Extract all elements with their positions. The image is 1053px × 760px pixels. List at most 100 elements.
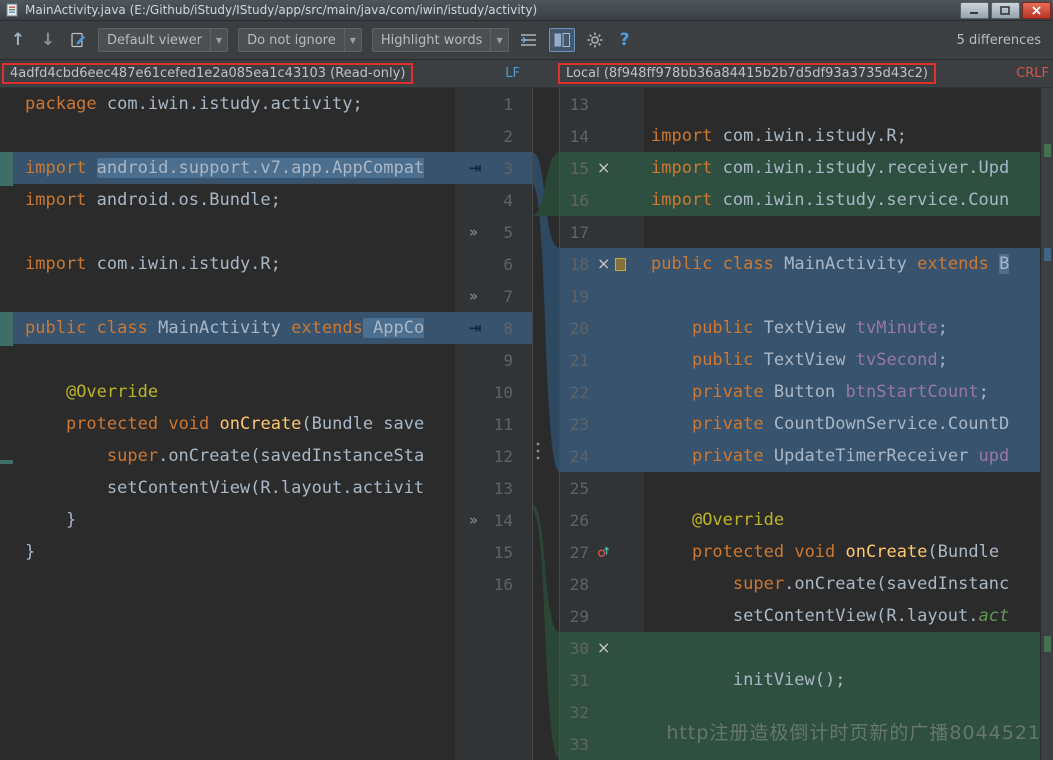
code-line[interactable]: initView(); (644, 664, 1040, 696)
close-icon[interactable]: × (597, 256, 610, 272)
code-line[interactable] (14, 280, 455, 312)
code-token (784, 542, 794, 562)
code-line[interactable]: private UpdateTimerReceiver upd (644, 440, 1040, 472)
close-icon[interactable]: × (597, 160, 610, 176)
code-line[interactable] (14, 568, 455, 600)
code-token: import (651, 126, 712, 146)
code-token: import (25, 254, 86, 274)
code-line[interactable] (644, 280, 1040, 312)
collapse-unchanged-icon[interactable] (519, 28, 539, 52)
code-line[interactable] (14, 344, 455, 376)
code-line[interactable]: super.onCreate(savedInstanceSta (14, 440, 455, 472)
code-line[interactable]: protected void onCreate(Bundle (644, 536, 1040, 568)
apply-change-icon[interactable]: ⇥ (469, 319, 482, 337)
left-line-separator-badge[interactable]: LF (505, 66, 520, 81)
code-line[interactable]: public class MainActivity extends AppCo (14, 312, 455, 344)
code-line[interactable]: import com.iwin.istudy.R; (14, 248, 455, 280)
error-stripe-mark[interactable] (1044, 636, 1051, 652)
code-token: (Bundle (927, 542, 999, 562)
left-editor[interactable]: package com.iwin.istudy.activity; import … (14, 88, 455, 600)
fold-marker-icon[interactable]: » (469, 287, 478, 305)
code-line[interactable]: import com.iwin.istudy.receiver.Upd (644, 152, 1040, 184)
code-token (158, 414, 168, 434)
code-line[interactable] (644, 216, 1040, 248)
code-token: MainActivity (774, 254, 917, 274)
code-token: public (25, 318, 86, 338)
code-line[interactable]: import com.iwin.istudy.R; (644, 120, 1040, 152)
code-line[interactable]: setContentView(R.layout.activit (14, 472, 455, 504)
code-line[interactable]: public TextView tvMinute; (644, 312, 1040, 344)
error-stripe-mark[interactable] (1044, 248, 1051, 261)
next-difference-button[interactable]: ↓ (38, 28, 58, 52)
code-line[interactable]: } (14, 504, 455, 536)
code-line[interactable]: import android.support.v7.app.AppCompat (14, 152, 455, 184)
help-icon[interactable]: ? (615, 28, 635, 52)
code-line[interactable] (644, 472, 1040, 504)
code-token: @Override (692, 510, 784, 530)
code-line[interactable] (644, 88, 1040, 120)
code-token: android.os.Bundle; (86, 190, 280, 210)
code-line[interactable]: public TextView tvSecond; (644, 344, 1040, 376)
code-token: com.iwin.istudy.R; (712, 126, 906, 146)
gutter-row: 21 (560, 344, 644, 376)
code-token: tvMinute (856, 318, 938, 338)
override-marker-icon[interactable] (597, 543, 610, 562)
code-line[interactable]: protected void onCreate(Bundle save (14, 408, 455, 440)
change-marker (0, 460, 13, 464)
maximize-button[interactable] (991, 2, 1020, 19)
code-token: } (25, 510, 76, 530)
code-line[interactable]: private CountDownService.CountD (644, 408, 1040, 440)
document-icon[interactable] (615, 258, 626, 271)
code-line[interactable]: setContentView(R.layout.act (644, 600, 1040, 632)
line-number: 30 (565, 639, 589, 658)
code-token (651, 542, 692, 562)
settings-gear-icon[interactable] (585, 28, 605, 52)
viewer-select[interactable]: Default viewer ▼ (98, 28, 228, 52)
code-token (86, 158, 96, 178)
close-icon[interactable]: × (597, 640, 610, 656)
code-line[interactable] (14, 216, 455, 248)
gutter-row: 14 (560, 120, 644, 152)
code-line[interactable]: import com.iwin.istudy.service.Coun (644, 184, 1040, 216)
gutter-row: 16 (560, 184, 644, 216)
right-line-separator-badge[interactable]: CRLF (1016, 66, 1049, 81)
gutter-row: 4 (455, 184, 532, 216)
two-panels-toggle-icon[interactable] (549, 28, 575, 52)
code-line[interactable]: @Override (644, 504, 1040, 536)
fold-marker-icon[interactable]: » (469, 511, 478, 529)
previous-difference-button[interactable]: ↑ (8, 28, 28, 52)
code-line[interactable]: } (14, 536, 455, 568)
line-number: 6 (503, 255, 513, 274)
code-token: act (979, 606, 1010, 626)
code-line[interactable] (14, 120, 455, 152)
line-number: 3 (503, 159, 513, 178)
code-line[interactable]: @Override (14, 376, 455, 408)
code-line[interactable]: private Button btnStartCount; (644, 376, 1040, 408)
line-number: 21 (565, 351, 589, 370)
code-token (25, 382, 66, 402)
code-line[interactable]: super.onCreate(savedInstanc (644, 568, 1040, 600)
fold-marker-icon[interactable]: » (469, 223, 478, 241)
code-token: package (25, 94, 97, 114)
minimize-button[interactable] (960, 2, 989, 19)
gutter-row: 13 (560, 88, 644, 120)
ignore-policy-select[interactable]: Do not ignore ▼ (238, 28, 362, 52)
edit-source-icon[interactable] (68, 28, 88, 52)
close-button[interactable] (1022, 2, 1051, 19)
code-line[interactable]: package com.iwin.istudy.activity; (14, 88, 455, 120)
apply-change-icon[interactable]: ⇥ (469, 159, 482, 177)
code-token (712, 254, 722, 274)
highlight-policy-select[interactable]: Highlight words ▼ (372, 28, 509, 52)
diff-connector-strip (532, 88, 560, 760)
code-token: public (651, 254, 712, 274)
gutter-row: 23 (560, 408, 644, 440)
right-editor[interactable]: import com.iwin.istudy.R;import com.iwin… (644, 88, 1040, 760)
gutter-row: 15× (560, 152, 644, 184)
line-number: 9 (503, 351, 513, 370)
error-stripe-mark[interactable] (1044, 144, 1051, 157)
code-line[interactable]: import android.os.Bundle; (14, 184, 455, 216)
code-token: void (168, 414, 209, 434)
code-line[interactable] (644, 632, 1040, 664)
code-line[interactable]: public class MainActivity extends B (644, 248, 1040, 280)
code-token (651, 414, 692, 434)
